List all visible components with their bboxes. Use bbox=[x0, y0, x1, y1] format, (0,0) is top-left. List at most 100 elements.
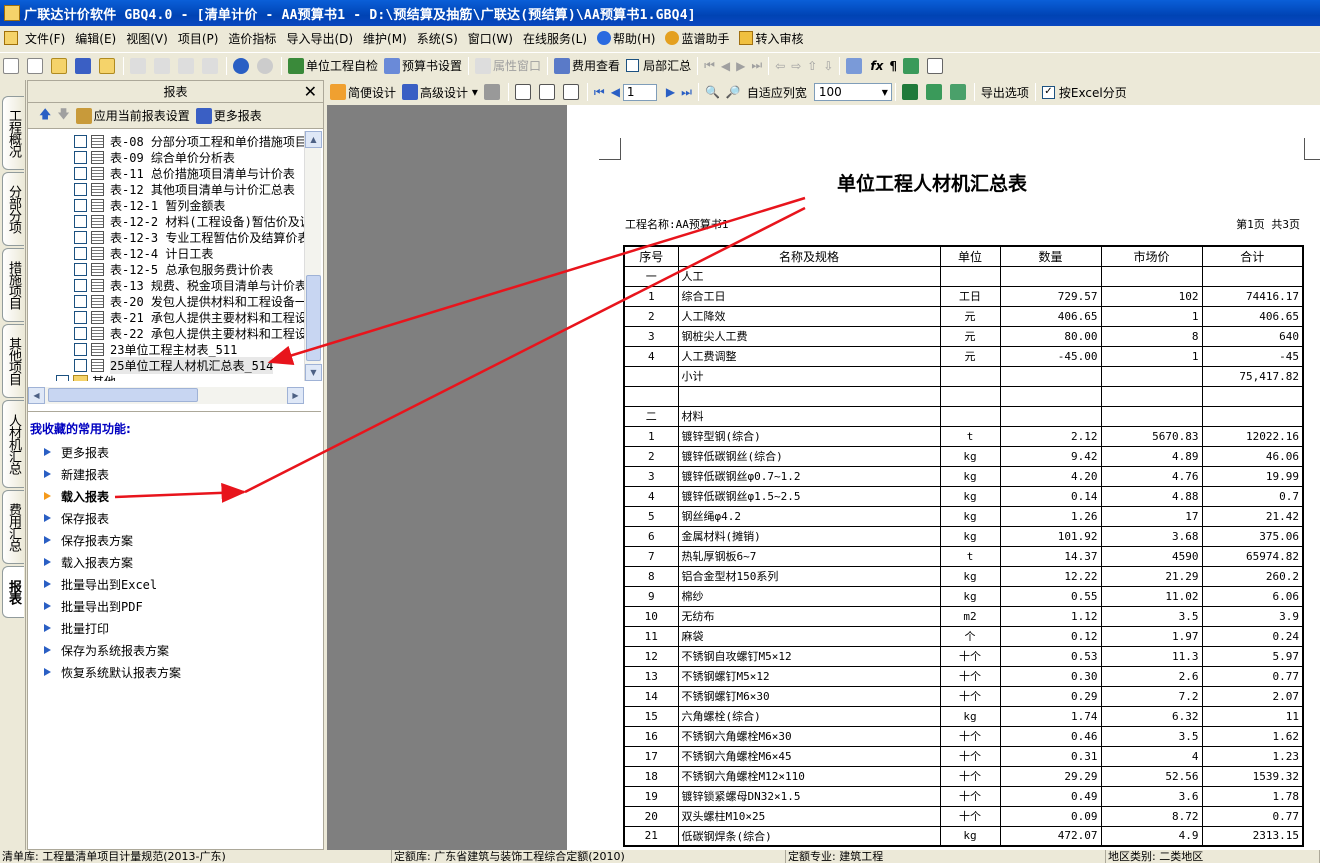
menu-edit[interactable]: 编辑(E) bbox=[70, 30, 121, 47]
move-down-button[interactable]: ⇩ bbox=[820, 55, 836, 77]
nav-first-button[interactable]: ⏮ bbox=[701, 55, 718, 77]
save-all-button[interactable] bbox=[96, 55, 120, 77]
new-project-button[interactable] bbox=[24, 55, 48, 77]
scroll-left-icon[interactable]: ◀ bbox=[28, 387, 45, 404]
export-excel-button[interactable] bbox=[899, 81, 923, 103]
vtab-division-items[interactable]: 分部分项 bbox=[2, 172, 24, 246]
menu-window[interactable]: 窗口(W) bbox=[463, 30, 518, 47]
tree-item[interactable]: 表-12-3 专业工程暂估价及结算价表 bbox=[28, 229, 304, 245]
cut-button[interactable] bbox=[127, 55, 151, 77]
more-reports-button[interactable]: 更多报表 bbox=[193, 105, 265, 127]
move-down-icon[interactable]: 🡇 bbox=[54, 105, 72, 127]
tree-horizontal-scrollbar[interactable]: ◀ ▶ bbox=[28, 387, 304, 404]
partial-summary-toggle[interactable]: 局部汇总 bbox=[623, 55, 694, 77]
export-word-button[interactable] bbox=[923, 81, 947, 103]
menu-cost-index[interactable]: 造价指标 bbox=[223, 30, 281, 47]
tree-item-checkbox[interactable] bbox=[74, 342, 87, 356]
vtab-project-overview[interactable]: 工程概况 bbox=[2, 96, 24, 170]
tree-item[interactable]: 25单位工程人材机汇总表_514 bbox=[28, 356, 304, 374]
apply-settings-button[interactable]: 应用当前报表设置 bbox=[73, 105, 193, 127]
favorite-item[interactable]: 保存报表方案 bbox=[28, 529, 321, 551]
tree-item-checkbox[interactable] bbox=[74, 230, 87, 244]
tree-item-checkbox[interactable] bbox=[74, 182, 87, 196]
tree-item-checkbox[interactable] bbox=[74, 294, 87, 308]
budget-settings-button[interactable]: 预算书设置 bbox=[381, 55, 465, 77]
tree-item-checkbox[interactable] bbox=[74, 134, 87, 148]
excel-paging-toggle[interactable]: ✓ 按Excel分页 bbox=[1039, 81, 1130, 103]
paste-button[interactable] bbox=[175, 55, 199, 77]
print-button[interactable] bbox=[481, 81, 505, 103]
multi-page-button[interactable] bbox=[560, 81, 584, 103]
favorite-item[interactable]: 恢复系统默认报表方案 bbox=[28, 661, 321, 683]
export-multi-button[interactable] bbox=[947, 81, 971, 103]
excel-paging-checkbox[interactable]: ✓ bbox=[1041, 85, 1055, 99]
tree-item[interactable]: 表-20 发包人提供材料和工程设备一 bbox=[28, 293, 304, 309]
menu-import-export[interactable]: 导入导出(D) bbox=[281, 30, 358, 47]
next-page-button[interactable]: ▶ bbox=[663, 81, 678, 103]
tree-item[interactable]: 表-12-5 总承包服务费计价表 bbox=[28, 261, 304, 277]
favorite-item[interactable]: 批量导出到PDF bbox=[28, 595, 321, 617]
tree-item[interactable]: 表-09 综合单价分析表 bbox=[28, 149, 304, 165]
favorite-item[interactable]: 批量打印 bbox=[28, 617, 321, 639]
favorite-item[interactable]: 载入报表方案 bbox=[28, 551, 321, 573]
nav-next-button[interactable]: ▶ bbox=[733, 55, 748, 77]
favorite-item[interactable]: 更多报表 bbox=[28, 441, 321, 463]
tree-folder[interactable]: 其他 bbox=[28, 373, 304, 381]
nav-prev-button[interactable]: ◀ bbox=[718, 55, 733, 77]
book-button[interactable] bbox=[900, 55, 924, 77]
menu-assistant[interactable]: 蓝谱助手 bbox=[660, 30, 734, 47]
tree-vertical-scrollbar[interactable]: ▲ ▼ bbox=[304, 131, 322, 381]
vtab-reports[interactable]: 报表 bbox=[2, 566, 24, 618]
vtab-cost-summary[interactable]: 费用汇总 bbox=[2, 490, 24, 564]
vtab-other-items[interactable]: 其他项目 bbox=[2, 324, 24, 398]
tree-item[interactable]: 表-13 规费、税金项目清单与计价表 bbox=[28, 277, 304, 293]
tree-item[interactable]: 表-11 总价措施项目清单与计价表 bbox=[28, 165, 304, 181]
tree-item-checkbox[interactable] bbox=[74, 358, 87, 372]
tree-item-checkbox[interactable] bbox=[74, 214, 87, 228]
tree-item[interactable]: 表-12-4 计日工表 bbox=[28, 245, 304, 261]
favorite-item[interactable]: 新建报表 bbox=[28, 463, 321, 485]
calculator-button[interactable] bbox=[843, 55, 867, 77]
fit-width-button[interactable]: 自适应列宽 bbox=[744, 81, 810, 103]
menu-file[interactable]: 文件(F) bbox=[20, 30, 70, 47]
tree-item[interactable]: 表-12-2 材料(工程设备)暂估价及调 bbox=[28, 213, 304, 229]
tree-item[interactable]: 表-21 承包人提供主要材料和工程设 bbox=[28, 309, 304, 325]
cost-view-button[interactable]: 费用查看 bbox=[551, 55, 623, 77]
tree-item-checkbox[interactable] bbox=[74, 150, 87, 164]
attr-window-button[interactable]: 属性窗口 bbox=[472, 55, 544, 77]
self-check-button[interactable]: 单位工程自检 bbox=[285, 55, 381, 77]
scroll-right-icon[interactable]: ▶ bbox=[287, 387, 304, 404]
favorite-item[interactable]: 批量导出到Excel bbox=[28, 573, 321, 595]
paragraph-button[interactable]: ¶ bbox=[886, 55, 900, 77]
move-right-button[interactable]: ⇨ bbox=[788, 55, 804, 77]
copy-button[interactable] bbox=[151, 55, 175, 77]
tree-item[interactable]: 表-22 承包人提供主要材料和工程设 bbox=[28, 325, 304, 341]
partial-summary-checkbox[interactable] bbox=[626, 59, 640, 72]
scroll-thumb[interactable] bbox=[306, 275, 321, 361]
zoom-in-button[interactable]: 🔍 bbox=[702, 81, 723, 103]
redo-button[interactable] bbox=[254, 55, 278, 77]
open-button[interactable] bbox=[48, 55, 72, 77]
single-page-button[interactable] bbox=[512, 81, 536, 103]
menu-help[interactable]: 帮助(H) bbox=[592, 30, 660, 47]
page-number-input[interactable]: 1 bbox=[622, 83, 657, 101]
tree-item-checkbox[interactable] bbox=[74, 310, 87, 324]
vtab-labor-material-summary[interactable]: 人材机汇总 bbox=[2, 400, 24, 488]
scroll-thumb[interactable] bbox=[48, 388, 198, 402]
note-button[interactable] bbox=[924, 55, 948, 77]
vtab-measure-items[interactable]: 措施项目 bbox=[2, 248, 24, 322]
tree-folder-checkbox[interactable] bbox=[56, 374, 69, 381]
tree-item-checkbox[interactable] bbox=[74, 278, 87, 292]
menu-maintain[interactable]: 维护(M) bbox=[358, 30, 412, 47]
tree-item[interactable]: 表-12-1 暂列金额表 bbox=[28, 197, 304, 213]
move-up-icon[interactable]: 🡅 bbox=[36, 105, 54, 127]
scroll-down-icon[interactable]: ▼ bbox=[305, 364, 322, 381]
tree-item[interactable]: 表-12 其他项目清单与计价汇总表 bbox=[28, 181, 304, 197]
menu-system[interactable]: 系统(S) bbox=[412, 30, 463, 47]
tree-item-checkbox[interactable] bbox=[74, 166, 87, 180]
tree-item-checkbox[interactable] bbox=[74, 326, 87, 340]
nav-last-button[interactable]: ⏭ bbox=[748, 55, 765, 77]
menu-view[interactable]: 视图(V) bbox=[121, 30, 173, 47]
tree-item-checkbox[interactable] bbox=[74, 198, 87, 212]
formula-button[interactable]: fx bbox=[867, 55, 886, 77]
